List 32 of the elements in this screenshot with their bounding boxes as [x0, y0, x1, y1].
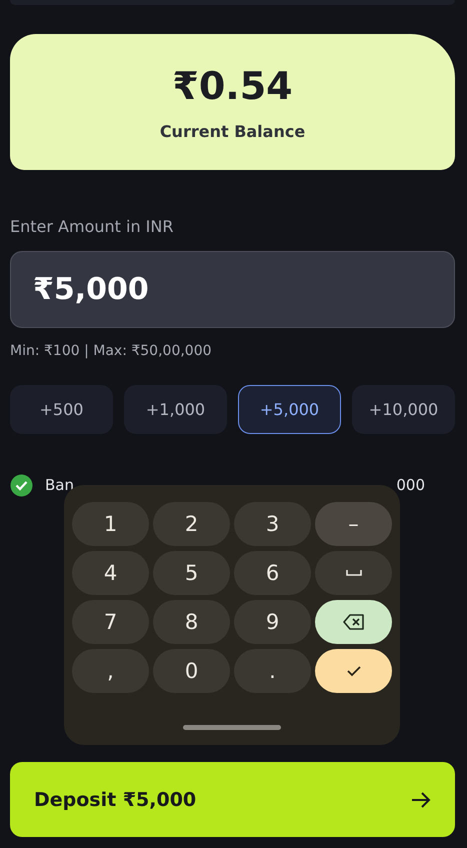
keypad-key[interactable]: 8: [153, 600, 230, 644]
keypad-key[interactable]: 1: [72, 502, 149, 546]
keypad-key[interactable]: 5: [153, 551, 230, 595]
limit-note: Ban: [45, 476, 74, 494]
keypad-key[interactable]: 3: [234, 502, 311, 546]
keypad-key[interactable]: 4: [72, 551, 149, 595]
quick-amount-button[interactable]: +1,000: [124, 385, 227, 434]
field-label: Enter Amount in INR: [10, 217, 174, 236]
keypad-key[interactable]: 2: [153, 502, 230, 546]
amount-field[interactable]: ₹5,000: [10, 251, 455, 328]
balance-amount: ₹0.54: [172, 64, 293, 108]
quick-amount-button[interactable]: +10,000: [352, 385, 455, 434]
backspace-key[interactable]: [315, 600, 392, 644]
limit-note: 000: [396, 476, 425, 494]
limit-hint: Min: ₹100 | Max: ₹50,00,000: [10, 343, 213, 359]
space-icon: [346, 569, 362, 577]
keypad-key[interactable]: 9: [234, 600, 311, 644]
done-key[interactable]: [315, 649, 392, 693]
deposit-button[interactable]: Deposit ₹5,000: [10, 762, 455, 837]
quick-amount-button[interactable]: +5,000: [238, 385, 341, 434]
balance-label: Current Balance: [160, 122, 306, 140]
keyboard-handle[interactable]: [183, 725, 281, 730]
keypad-key[interactable]: –: [315, 502, 392, 546]
quick-amount-button[interactable]: +500: [10, 385, 113, 434]
keypad-key[interactable]: .: [234, 649, 311, 693]
keypad-key[interactable]: ,: [72, 649, 149, 693]
check-icon: [346, 665, 362, 677]
backspace-icon: [342, 614, 364, 630]
arrow-right-icon: [411, 790, 431, 808]
keypad-key[interactable]: 0: [153, 649, 230, 693]
keypad-key[interactable]: 6: [234, 551, 311, 595]
keypad-key[interactable]: 7: [72, 600, 149, 644]
